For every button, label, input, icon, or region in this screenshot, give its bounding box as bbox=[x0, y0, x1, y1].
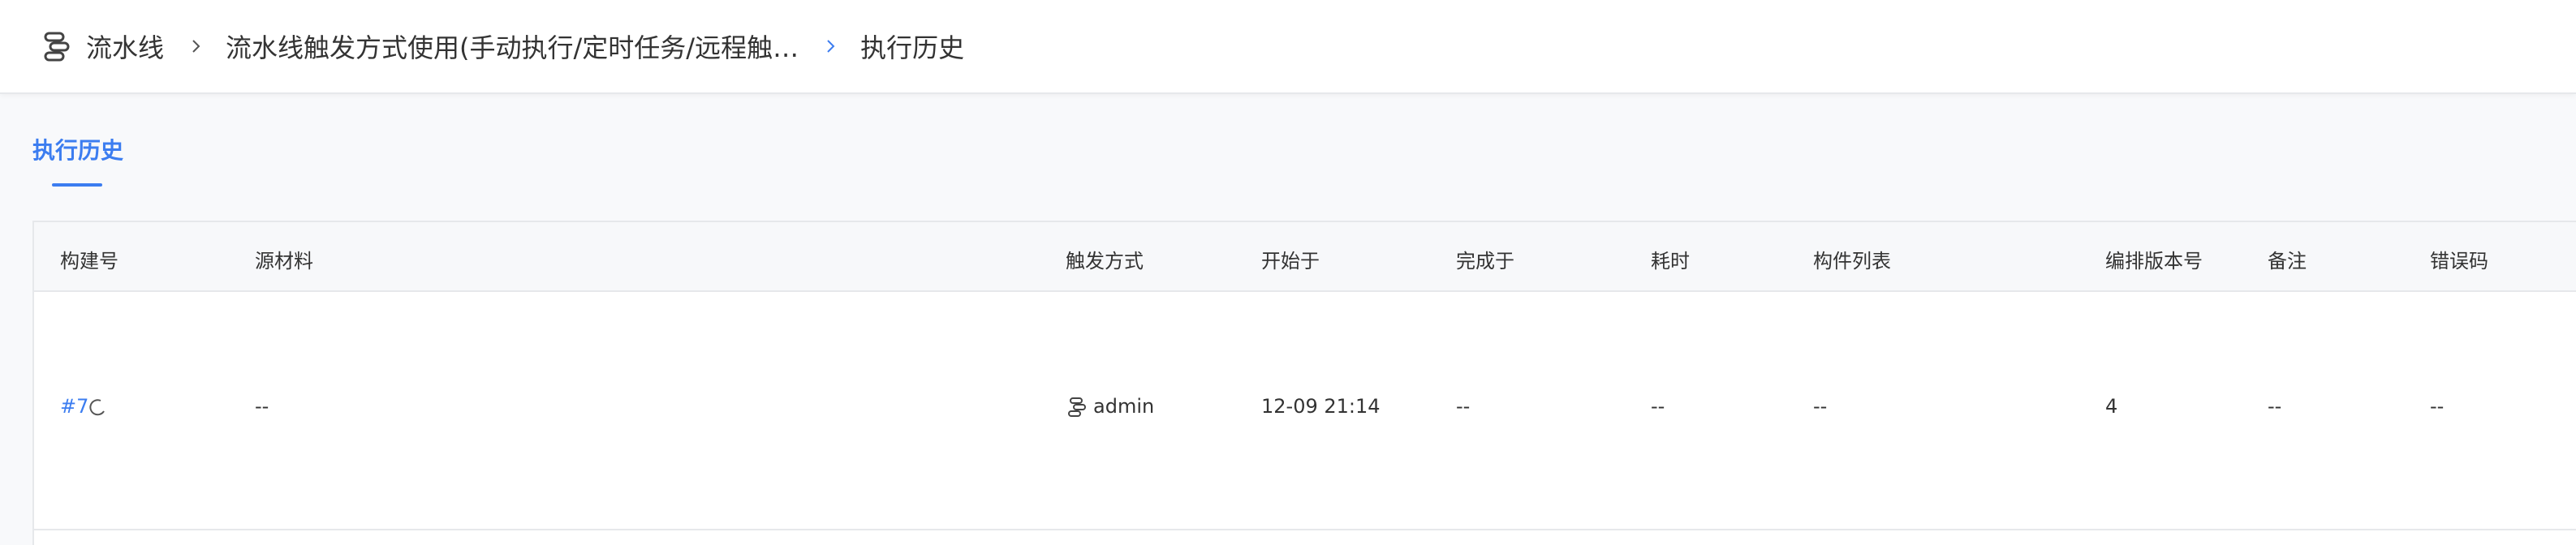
start-time-cell: 12-09 21:14 bbox=[1261, 395, 1381, 418]
column-header-remark: 备注 bbox=[2268, 250, 2307, 272]
table-header: 构建号 源材料 触发方式 开始于 完成于 耗时 构件列表 编排版本号 备注 错误… bbox=[34, 222, 2576, 292]
tab-bar: 执行历史 bbox=[32, 122, 123, 190]
breadcrumb-item-pipeline-name[interactable]: 流水线触发方式使用(手动执行/定时任务/远程触… bbox=[226, 28, 799, 65]
loading-spinner-icon bbox=[88, 397, 107, 417]
finish-time-cell: -- bbox=[1456, 395, 1471, 418]
column-header-start: 开始于 bbox=[1261, 250, 1320, 272]
breadcrumb-item-current: 执行历史 bbox=[860, 32, 965, 63]
trigger-cell: admin bbox=[1093, 395, 1155, 418]
artifacts-cell: -- bbox=[1813, 395, 1828, 418]
history-table: 构建号 源材料 触发方式 开始于 完成于 耗时 构件列表 编排版本号 备注 错误… bbox=[32, 221, 2576, 545]
version-cell: 4 bbox=[2105, 395, 2118, 418]
column-header-error: 错误码 bbox=[2430, 250, 2488, 272]
pipeline-icon bbox=[39, 28, 75, 64]
duration-cell: -- bbox=[1651, 395, 1665, 418]
source-cell: -- bbox=[255, 395, 269, 418]
tab-execution-history[interactable]: 执行历史 bbox=[32, 122, 123, 177]
column-header-build: 构建号 bbox=[60, 250, 118, 272]
trigger-user-icon bbox=[1066, 396, 1088, 418]
column-header-version: 编排版本号 bbox=[2105, 250, 2203, 272]
column-header-trigger: 触发方式 bbox=[1066, 250, 1144, 272]
table-row[interactable]: #7 -- admin 12-09 21:14 -- -- -- 4 -- -- bbox=[34, 292, 2576, 530]
top-header: 流水线 流水线触发方式使用(手动执行/定时任务/远程触… 执行历史 bbox=[0, 0, 2576, 94]
column-header-artifacts: 构件列表 bbox=[1813, 250, 1891, 272]
chevron-right-icon bbox=[180, 30, 213, 62]
breadcrumb: 流水线 流水线触发方式使用(手动执行/定时任务/远程触… 执行历史 bbox=[39, 28, 964, 65]
breadcrumb-item-pipeline[interactable]: 流水线 bbox=[86, 28, 164, 65]
column-header-duration: 耗时 bbox=[1651, 250, 1690, 272]
error-code-cell: -- bbox=[2430, 395, 2445, 418]
build-number-link[interactable]: #7 bbox=[60, 395, 88, 418]
remark-cell: -- bbox=[2268, 395, 2282, 418]
column-header-finish: 完成于 bbox=[1456, 250, 1514, 272]
column-header-source: 源材料 bbox=[255, 250, 313, 272]
chevron-right-icon bbox=[815, 30, 847, 62]
active-tab-indicator bbox=[52, 183, 102, 187]
